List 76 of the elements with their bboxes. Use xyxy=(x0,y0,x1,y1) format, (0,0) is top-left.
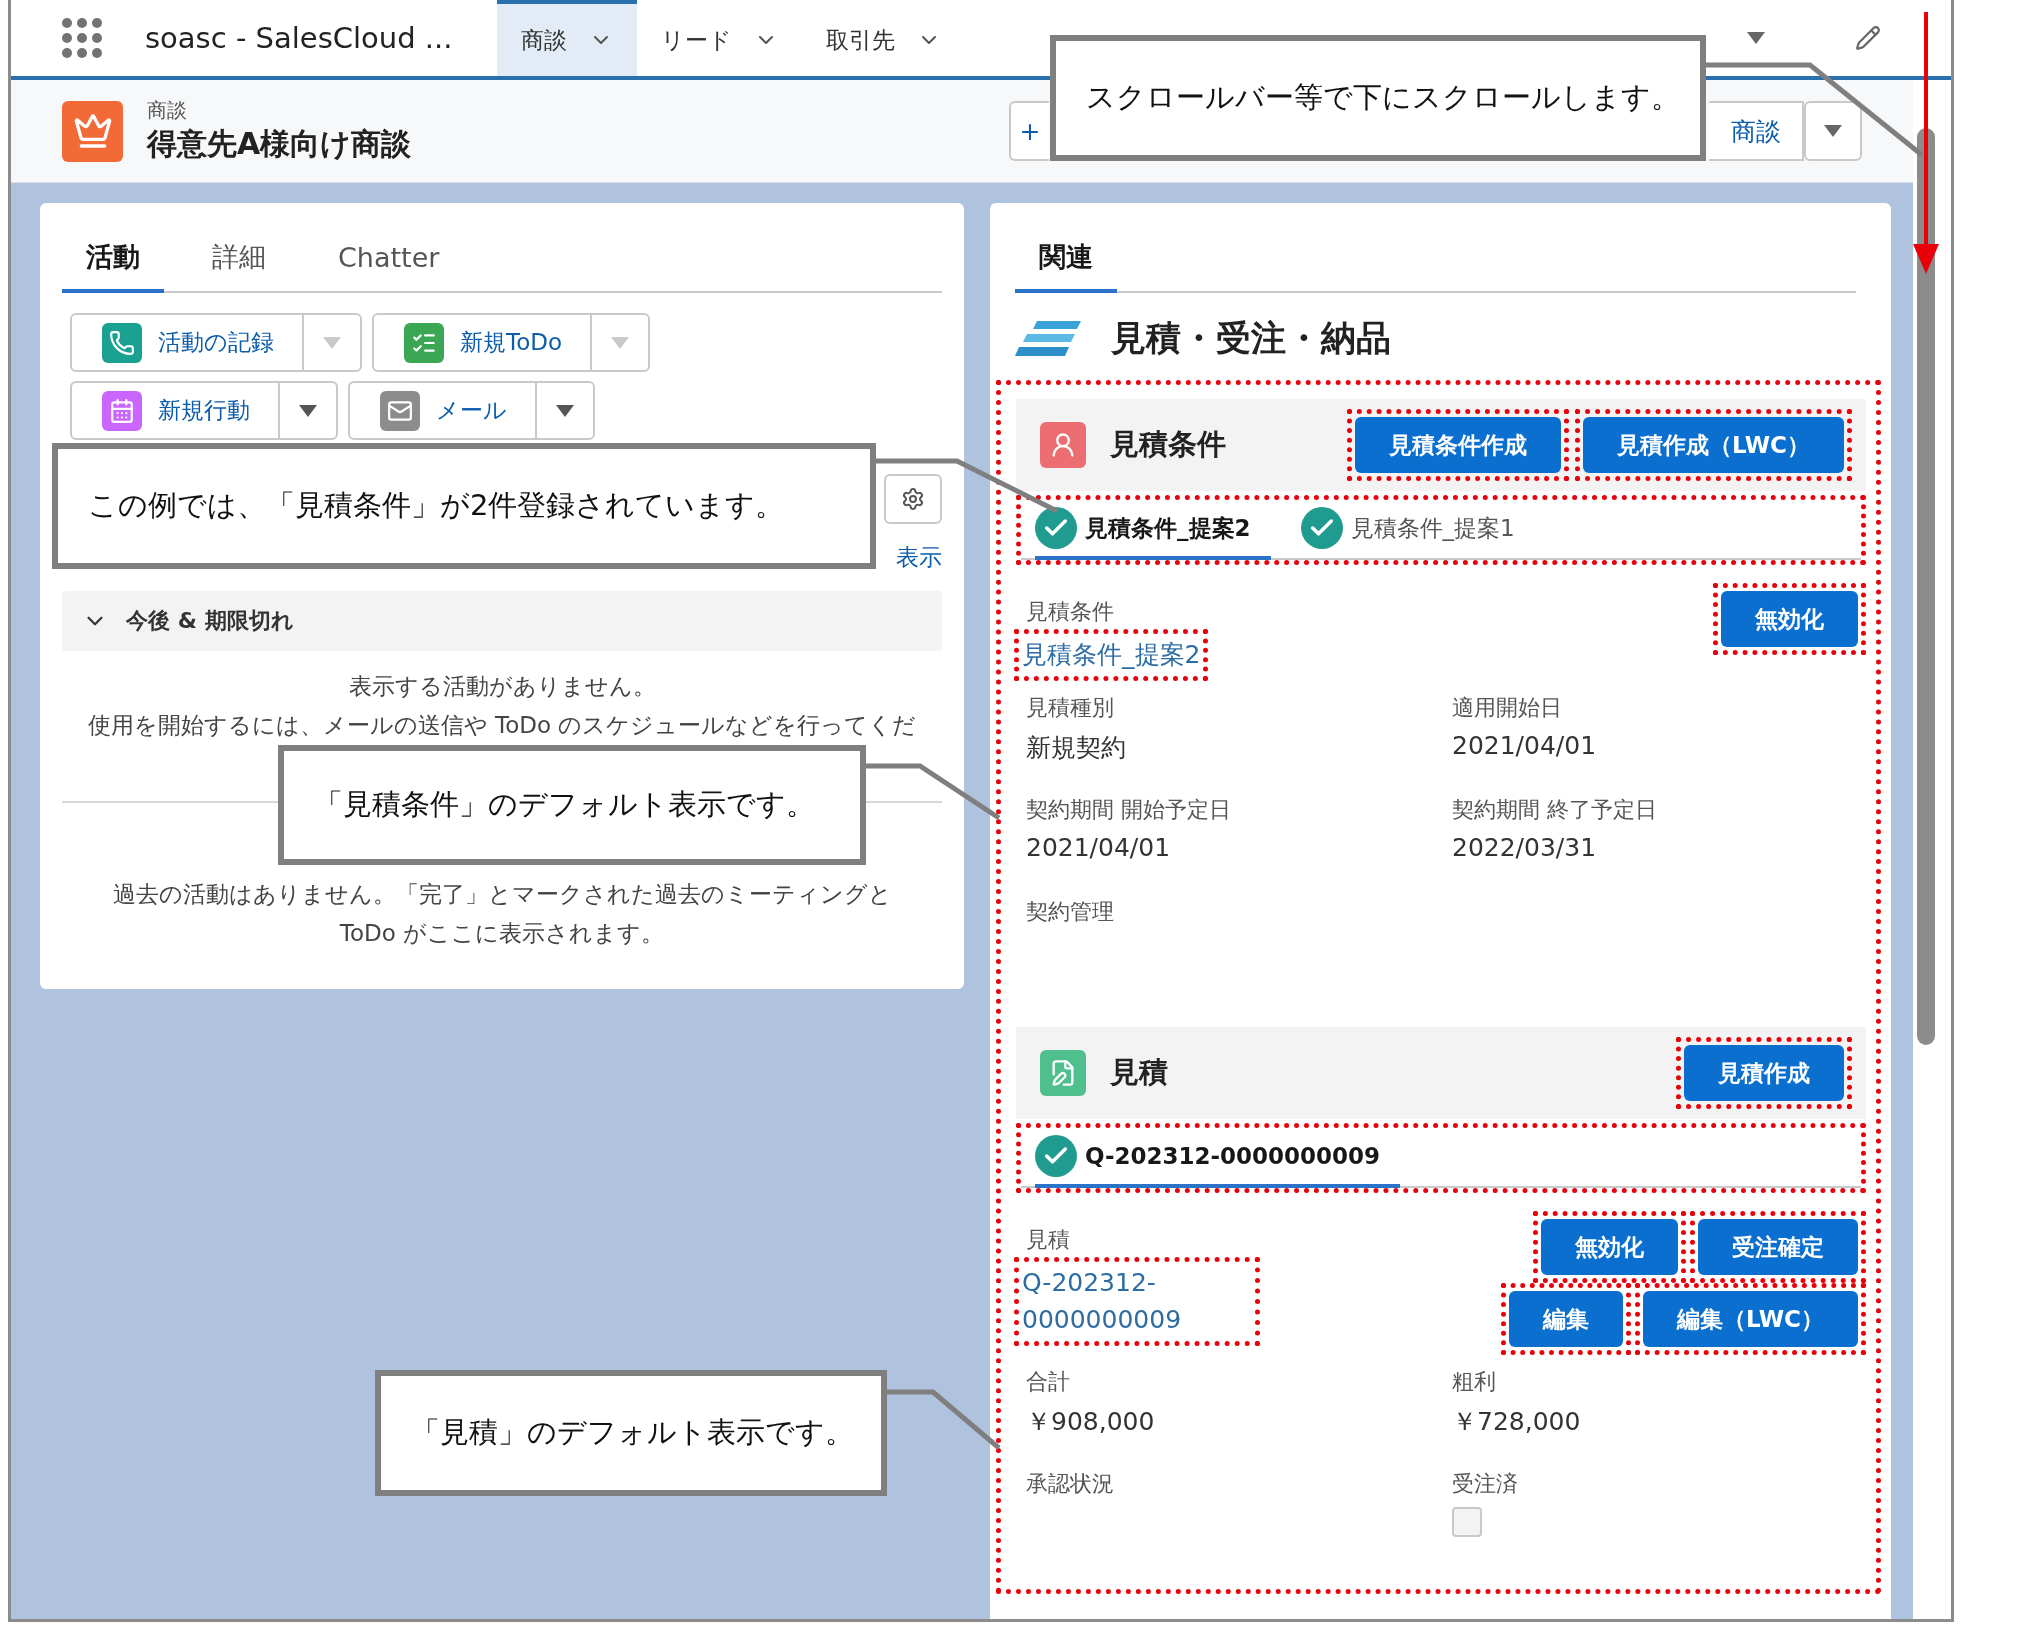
settings-icon xyxy=(901,487,925,511)
record-title: 得意先A様向け商談 xyxy=(147,125,412,163)
field-label: 承認状況 xyxy=(1026,1470,1115,1499)
primary-button[interactable]: 見積条件作成 xyxy=(1354,417,1561,473)
crown-icon xyxy=(62,100,123,162)
caret-down-icon xyxy=(323,336,341,349)
tab[interactable]: Chatter xyxy=(314,225,464,293)
person-icon xyxy=(1040,422,1086,468)
filter-link[interactable]: 表示 xyxy=(896,542,942,573)
calendar-icon xyxy=(102,390,142,431)
list-check-icon xyxy=(404,322,444,363)
field-value: ￥728,000 xyxy=(1452,1406,1582,1439)
primary-button[interactable]: 無効化 xyxy=(1541,1219,1678,1276)
field-label: 合計 xyxy=(1026,1368,1071,1397)
tab[interactable]: 活動 xyxy=(62,225,164,293)
field-value: 新規契約 xyxy=(1026,732,1127,765)
subsection-title: 見積 xyxy=(1110,1054,1168,1092)
caret-down-icon xyxy=(299,404,317,417)
primary-button[interactable]: 無効化 xyxy=(1721,591,1858,647)
check-icon xyxy=(1035,507,1077,549)
caret-down-icon xyxy=(611,336,629,349)
field-value: 2022/03/31 xyxy=(1452,833,1598,863)
field-label: 契約管理 xyxy=(1026,898,1115,927)
empty-message: ToDo がここに表示されます。 xyxy=(339,919,665,948)
tab[interactable]: 関連 xyxy=(1015,225,1117,293)
field-label: 見積 xyxy=(1026,1226,1071,1255)
header-button[interactable]: 商談 xyxy=(1709,101,1804,161)
nav-tab[interactable]: 商談 xyxy=(497,0,638,76)
field-label: 適用開始日 xyxy=(1452,694,1563,723)
checkbox[interactable] xyxy=(1452,1507,1482,1538)
section-title: 見積・受注・納品 xyxy=(1111,317,1391,360)
caret-down-icon xyxy=(1747,32,1765,44)
new-button[interactable]: + xyxy=(1009,101,1049,161)
field-value: 2021/04/01 xyxy=(1026,833,1172,863)
mail-icon xyxy=(380,390,420,431)
primary-button[interactable]: 受注確定 xyxy=(1698,1219,1858,1276)
empty-message: 表示する活動がありません。 xyxy=(348,672,656,701)
settings-button[interactable] xyxy=(884,474,942,524)
primary-button[interactable]: 見積作成 xyxy=(1684,1045,1844,1102)
record-tab[interactable]: 見積条件_提案1 xyxy=(1300,500,1535,560)
callout: この例では、「見積条件」が2件登録されています。 xyxy=(52,443,876,569)
scrollbar-thumb[interactable] xyxy=(1917,128,1935,1045)
primary-button[interactable]: 編集 xyxy=(1508,1291,1623,1348)
edit-icon[interactable] xyxy=(1855,25,1881,51)
field-value: ￥908,000 xyxy=(1026,1406,1156,1439)
field-label: 見積種別 xyxy=(1026,694,1115,723)
field-value: 2021/04/01 xyxy=(1452,731,1598,761)
field-label: 粗利 xyxy=(1452,1368,1497,1397)
section-toggle[interactable]: 今後 & 期限切れ xyxy=(62,591,942,651)
stripes-icon xyxy=(1015,318,1083,359)
check-icon xyxy=(1035,1135,1077,1178)
field-label: 契約期間 終了予定日 xyxy=(1452,796,1658,825)
tab[interactable]: 詳細 xyxy=(188,225,290,293)
callout: 「見積」のデフォルト表示です。 xyxy=(375,1370,887,1496)
empty-message: 使用を開始するには、メールの送信や ToDo のスケジュールなどを行ってくだ xyxy=(87,711,917,740)
caret-down-icon xyxy=(1824,125,1842,137)
phone-icon xyxy=(102,322,142,363)
nav-tab[interactable]: 取引先 xyxy=(802,0,966,76)
caret-down-icon xyxy=(556,404,574,417)
dropdown-button[interactable] xyxy=(1804,101,1862,161)
subsection-title: 見積条件 xyxy=(1110,426,1226,463)
primary-button[interactable]: 編集（LWC） xyxy=(1642,1291,1858,1348)
empty-message: 過去の活動はありません。「完了」とマークされた過去のミーティングと xyxy=(112,880,892,909)
field-label: 受注済 xyxy=(1452,1470,1519,1499)
object-type: 商談 xyxy=(147,97,188,124)
document-edit-icon xyxy=(1040,1050,1086,1097)
nav-tab[interactable]: リード xyxy=(637,0,803,76)
app-name: soasc - SalesCloud ... xyxy=(145,21,453,55)
app-launcher-icon[interactable] xyxy=(61,17,103,59)
callout: 「見積条件」のデフォルト表示です。 xyxy=(278,745,866,865)
callout: スクロールバー等で下にスクロールします。 xyxy=(1050,35,1706,161)
primary-button[interactable]: 見積作成（LWC） xyxy=(1582,417,1844,473)
check-icon xyxy=(1300,507,1343,549)
record-tab[interactable]: 見積条件_提案2 xyxy=(1035,500,1271,560)
field-label: 見積条件 xyxy=(1026,598,1115,626)
field-label: 契約期間 開始予定日 xyxy=(1026,796,1232,825)
